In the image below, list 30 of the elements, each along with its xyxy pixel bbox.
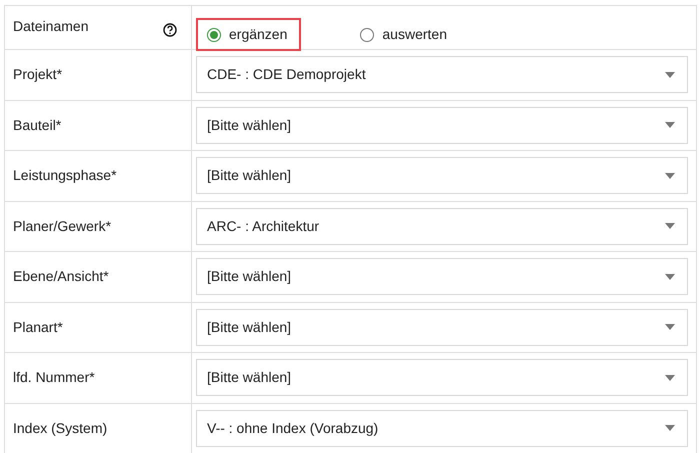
caret-icon [665, 122, 675, 128]
caret-icon [665, 274, 675, 280]
dropdown-field[interactable]: ARC- : Architektur [196, 208, 688, 244]
radio-label[interactable]: auswerten [382, 24, 447, 45]
field-label: Planer/Gewerk* [13, 216, 112, 236]
caret-icon [665, 425, 675, 431]
dropdown-field[interactable]: V-- : ohne Index (Vorabzug) [196, 410, 688, 446]
radio-button[interactable] [207, 28, 221, 42]
field-label: Index (System) [13, 418, 108, 438]
dropdown-field[interactable]: [Bitte wählen] [196, 157, 688, 194]
field-label: Bauteil* [13, 116, 62, 135]
dropdown-field[interactable]: [Bitte wählen] [196, 359, 688, 396]
radio-button[interactable] [360, 28, 374, 42]
field-label: Ebene/Ansicht* [13, 267, 109, 286]
field-label: Planart* [13, 318, 63, 337]
field-label: Leistungsphase* [13, 166, 117, 186]
dropdown-field[interactable]: [Bitte wählen] [196, 308, 688, 346]
field-label: Dateinamen [13, 17, 88, 36]
caret-icon [665, 72, 675, 78]
caret-icon [665, 324, 675, 330]
field-label: Projekt* [13, 65, 62, 84]
field-label: lfd. Nummer* [13, 368, 95, 388]
caret-icon [665, 374, 675, 380]
help-icon[interactable] [163, 23, 177, 37]
caret-icon [665, 172, 675, 178]
dropdown-field[interactable]: [Bitte wählen] [196, 258, 688, 295]
dropdown-field[interactable]: CDE- : CDE Demoprojekt [196, 56, 688, 93]
radio-label[interactable]: ergänzen [229, 24, 288, 45]
dropdown-field[interactable]: [Bitte wählen] [196, 106, 688, 144]
caret-icon [665, 223, 675, 229]
